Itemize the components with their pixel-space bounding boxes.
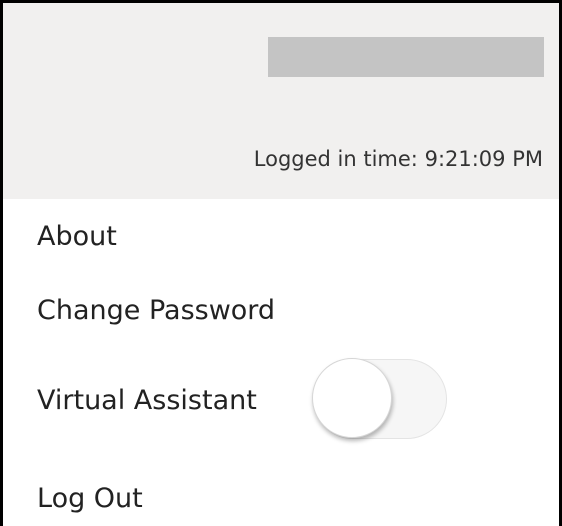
user-header: Logged in time: 9:21:09 PM [3, 3, 559, 199]
logged-in-time: Logged in time: 9:21:09 PM [254, 147, 543, 171]
username-placeholder [268, 37, 544, 77]
toggle-knob [312, 358, 392, 438]
menu-item-change-password[interactable]: Change Password [37, 295, 275, 326]
menu-item-about[interactable]: About [37, 221, 117, 252]
logged-in-time-value: 9:21:09 PM [424, 147, 543, 171]
virtual-assistant-toggle[interactable] [312, 358, 447, 439]
virtual-assistant-label: Virtual Assistant [37, 385, 257, 416]
user-menu-panel: Logged in time: 9:21:09 PM About Change … [0, 0, 562, 526]
logged-in-label: Logged in time: [253, 147, 418, 171]
menu-item-log-out[interactable]: Log Out [37, 483, 143, 514]
